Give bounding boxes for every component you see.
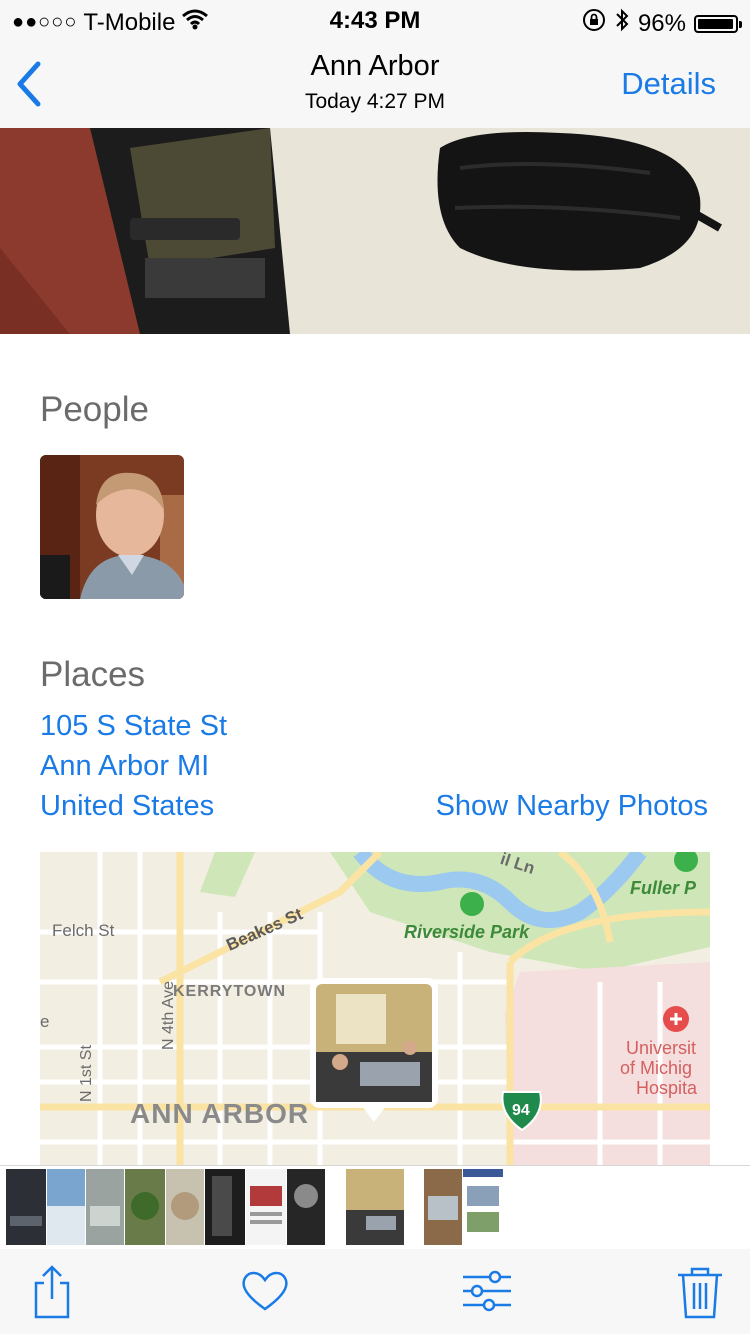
places-heading: Places <box>40 655 146 694</box>
address-country[interactable]: United States <box>40 790 214 823</box>
address-street[interactable]: 105 S State St <box>40 710 227 743</box>
favorite-button[interactable] <box>237 1263 293 1319</box>
map-photo-pin <box>316 984 432 1102</box>
edit-button[interactable] <box>459 1263 515 1319</box>
map-label-hospital-2: of Michig <box>620 1058 693 1078</box>
trash-icon <box>678 1267 722 1319</box>
share-button[interactable] <box>24 1263 80 1319</box>
map-label-hospital-1: Universit <box>626 1038 697 1058</box>
thumbnail[interactable] <box>125 1169 165 1245</box>
bottom-toolbar <box>0 1249 750 1334</box>
navigation-bar: Ann Arbor Today 4:27 PM Details <box>0 40 750 129</box>
map-label-ann-arbor: ANN ARBOR <box>130 1098 310 1129</box>
status-bar: ●●○○○ T-Mobile 4:43 PM 96% <box>0 0 750 40</box>
rotation-lock-icon <box>582 8 606 39</box>
details-button[interactable]: Details <box>621 66 716 102</box>
map-label-edge: e <box>40 1012 50 1031</box>
thumbnail-selected[interactable] <box>346 1169 404 1245</box>
thumbnail[interactable] <box>166 1169 204 1245</box>
map-label-n1st: N 1st St <box>78 1045 95 1102</box>
thumbnail[interactable] <box>6 1169 46 1245</box>
person-face-thumbnail[interactable] <box>40 455 184 599</box>
address-city[interactable]: Ann Arbor MI <box>40 750 209 783</box>
adjust-icon <box>463 1270 511 1312</box>
thumbnail[interactable] <box>424 1169 462 1245</box>
map-label-hospital-3: Hospita <box>636 1078 698 1098</box>
photo-preview[interactable] <box>0 128 750 334</box>
thumbnail-strip[interactable] <box>0 1165 750 1250</box>
map-label-riverside-park: Riverside Park <box>404 922 530 942</box>
thumbnail[interactable] <box>47 1169 85 1245</box>
thumbnail[interactable] <box>246 1169 286 1245</box>
battery-fill <box>698 18 733 29</box>
show-nearby-photos-link[interactable]: Show Nearby Photos <box>436 790 708 823</box>
bluetooth-icon <box>614 7 630 40</box>
map-label-felch: Felch St <box>52 921 115 940</box>
heart-icon <box>242 1271 288 1311</box>
battery-icon <box>694 14 742 33</box>
share-icon <box>34 1265 70 1319</box>
thumbnail[interactable] <box>287 1169 325 1245</box>
battery-percent: 96% <box>637 9 686 37</box>
map-label-fuller-park: Fuller P <box>630 878 697 898</box>
thumbnail[interactable] <box>86 1169 124 1245</box>
map-label-n4th: N 4th Ave <box>160 980 177 1050</box>
thumbnail[interactable] <box>463 1169 503 1245</box>
park-icon <box>460 892 484 916</box>
map-label-kerrytown: KERRYTOWN <box>173 983 286 1000</box>
map-label-highway-94: 94 <box>512 1102 530 1119</box>
people-heading: People <box>40 390 149 429</box>
delete-button[interactable] <box>672 1263 728 1319</box>
status-right: 96% <box>582 7 742 40</box>
thumbnail[interactable] <box>205 1169 245 1245</box>
location-map[interactable]: Felch St Beakes St Riverside Park Fuller… <box>40 852 710 1165</box>
